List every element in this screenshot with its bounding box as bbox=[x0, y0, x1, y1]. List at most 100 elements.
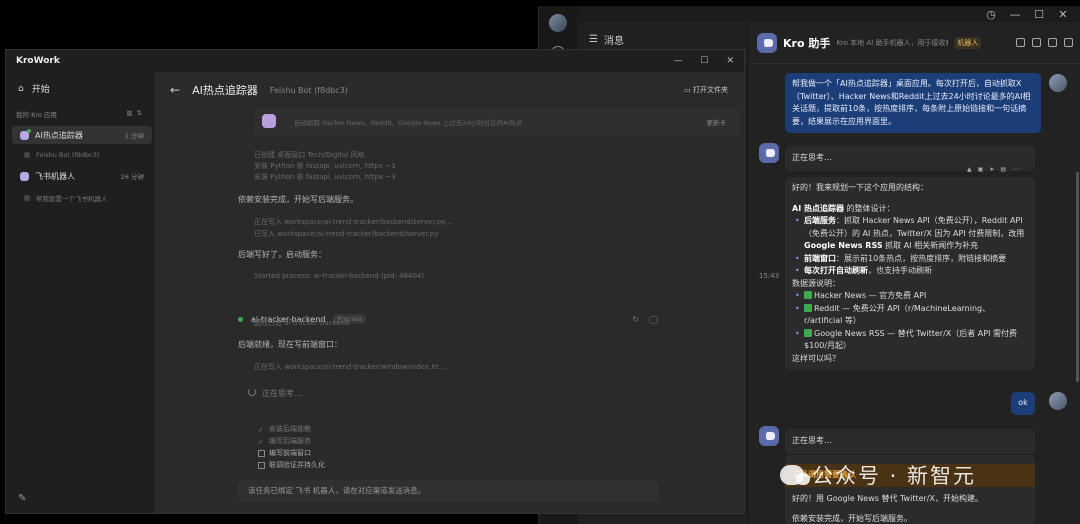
plan-intro: 好的！我来规划一下这个应用的结构： bbox=[792, 183, 928, 192]
avatar[interactable] bbox=[549, 14, 567, 32]
reply-text: 依赖安装完成，开始写后端服务。 bbox=[792, 514, 912, 523]
link-icon[interactable] bbox=[1032, 38, 1041, 47]
bot-avatar-icon bbox=[759, 143, 779, 163]
sidebar-item-feishu-bot[interactable]: 飞书机器人 26 分钟 bbox=[12, 167, 152, 185]
watermark: 公众号 · 新智元 bbox=[780, 460, 976, 490]
log-line: 曲线日志 ai-tracker-backend bbox=[254, 319, 350, 327]
message-panel-title: 消息 bbox=[603, 36, 624, 47]
stop-icon[interactable]: ◯ bbox=[649, 315, 658, 324]
scrollbar[interactable] bbox=[1076, 172, 1079, 382]
settings-icon[interactable] bbox=[1064, 38, 1073, 47]
app-time: 1 分钟 bbox=[124, 132, 144, 140]
checkmark-icon: ✓ bbox=[258, 425, 264, 434]
message-toolbar: ▲ ▣ ➤ ▤ ⋯ bbox=[967, 166, 1018, 173]
source-item: Google News RSS — 替代 Twitter/X（后者 API 需付… bbox=[792, 328, 1028, 353]
watermark-text: 公众号 · 新智元 bbox=[812, 464, 977, 488]
status-line: 后端写好了，启动服务： bbox=[238, 250, 326, 259]
source-item: Reddit — 免费公开 API（r/MachineLearning、r/ar… bbox=[792, 303, 1028, 328]
message-panel-header: ☰ 消息 bbox=[589, 32, 624, 47]
plan-bullet: 后端服务：抓取 Hacker News API（免费公开），Reddit API… bbox=[792, 215, 1028, 253]
bot-avatar-icon bbox=[759, 426, 779, 446]
home-icon: ⌂ bbox=[18, 83, 24, 94]
plan-bullet: 前端窗口：展示前10条热点，按热度排序，附链接和摘要 bbox=[792, 253, 1028, 266]
app-card-text: 自动抓取 Hacker News、Reddit、Google News 上过去2… bbox=[294, 119, 523, 127]
message-input[interactable]: 该任务已绑定 飞书 机器人，请在对应渠道发送消息。 bbox=[238, 480, 658, 502]
open-folder-button[interactable]: ▭ 打开文件夹 bbox=[684, 85, 728, 95]
close-button[interactable]: ✕ bbox=[726, 56, 734, 66]
app-sub-item[interactable]: Feishu Bot (f8dbc3) bbox=[24, 151, 99, 159]
checkbox-icon bbox=[804, 328, 812, 337]
list-icon: ☰ bbox=[589, 34, 598, 45]
main-panel: ← AI热点追踪器 Feishu Bot (f8dbc3) ▭ 打开文件夹 自动… bbox=[154, 72, 744, 513]
app-name: AI热点追踪器 bbox=[35, 130, 83, 140]
chat-area: Kro 助手 Kro 本地 AI 助手机器人，用于接收和处… 机器人 帮我做一个… bbox=[749, 22, 1080, 524]
log-line: Started process: ai-tracker-backend (pid… bbox=[254, 272, 425, 280]
bot-thinking: 正在思考… bbox=[785, 429, 1035, 454]
status-line: 依赖安装完成，开始写后端服务。 bbox=[238, 195, 358, 204]
history-icon[interactable]: ◷ bbox=[984, 8, 998, 22]
app-sub-item[interactable]: 帮我配置一个飞书机器人 bbox=[24, 193, 108, 203]
user-message: ok bbox=[1011, 392, 1035, 415]
checkmark-icon: ✓ bbox=[258, 437, 264, 446]
log-line: 已写入 workspace/ai-trend-tracker/backend/s… bbox=[254, 230, 439, 238]
sidebar-section: 我的 Kro 应用 ▥⇅ bbox=[16, 109, 146, 119]
more-icon[interactable]: ⋯ bbox=[1012, 166, 1018, 173]
spinner-icon bbox=[248, 388, 256, 396]
back-arrow-icon[interactable]: ← bbox=[170, 83, 180, 97]
maximize-button[interactable]: ☐ bbox=[700, 56, 708, 66]
thumbs-up-icon[interactable]: ▲ bbox=[967, 166, 972, 173]
log-line: 安装 Python 依 fastapi, uvicorn, httpx ~3 bbox=[254, 162, 396, 170]
plan-bullet: 每次打开自动刷新，也支持手动刷新 bbox=[792, 265, 1028, 278]
app-icon bbox=[262, 114, 276, 128]
krowork-titlebar: KroWork — ☐ ✕ bbox=[6, 50, 744, 72]
check-icon[interactable] bbox=[1048, 38, 1057, 47]
todo-item[interactable]: ✓ 安装后端依赖 bbox=[258, 424, 311, 434]
todo-item[interactable]: ✓ 编写后端服务 bbox=[258, 436, 311, 446]
user-message: 帮我做一个「AI热点追踪器」桌面应用。每次打开后，自动抓取X（Twitter）、… bbox=[785, 73, 1041, 133]
user-avatar bbox=[1049, 74, 1067, 92]
plan-title: AI 热点追踪器 的整体设计： bbox=[792, 203, 895, 213]
chat-header: Kro 助手 Kro 本地 AI 助手机器人，用于接收和处… 机器人 bbox=[749, 22, 1080, 64]
log-line: 正在写入 workspace/ai-trend-tracker/backend/… bbox=[254, 218, 453, 226]
todo-item[interactable]: 联调验证并持久化 bbox=[258, 460, 325, 470]
timestamp: 15:43 bbox=[759, 272, 780, 280]
checkbox-icon bbox=[804, 303, 812, 312]
maximize-button[interactable]: ☐ bbox=[1032, 8, 1046, 22]
bot-name: Kro 助手 bbox=[783, 36, 831, 50]
minimize-button[interactable]: — bbox=[673, 56, 682, 66]
update-card-button[interactable]: 更新卡 bbox=[707, 117, 727, 127]
app-brand: KroWork bbox=[16, 56, 60, 66]
section-label: 我的 Kro 应用 bbox=[16, 111, 57, 119]
app-time: 26 分钟 bbox=[120, 173, 144, 181]
main-header: ← AI热点追踪器 Feishu Bot (f8dbc3) ▭ 打开文件夹 bbox=[154, 72, 744, 108]
app-card: 自动抓取 Hacker News、Reddit、Google News 上过去2… bbox=[254, 108, 740, 136]
close-button[interactable]: ✕ bbox=[1056, 8, 1070, 22]
sidebar-item-start[interactable]: ⌂ 开始 bbox=[18, 82, 50, 96]
person-icon[interactable] bbox=[1016, 38, 1025, 47]
checkbox-icon bbox=[804, 291, 812, 299]
comment-icon[interactable]: ▣ bbox=[978, 166, 984, 173]
sources-title: 数据源说明： bbox=[792, 278, 840, 288]
sidebar: ⌂ 开始 我的 Kro 应用 ▥⇅ AI热点追踪器 1 分钟 Feishu Bo… bbox=[6, 72, 154, 513]
folder-icon: ▭ bbox=[684, 86, 693, 94]
todo-item[interactable]: 编写前端窗口 bbox=[258, 448, 311, 458]
share-icon[interactable]: ➤ bbox=[989, 166, 994, 173]
page-title: AI热点追踪器 bbox=[192, 84, 258, 97]
sidebar-item-ai-tracker[interactable]: AI热点追踪器 1 分钟 bbox=[12, 126, 152, 144]
minimize-button[interactable]: — bbox=[1008, 8, 1022, 22]
section-actions[interactable]: ▥⇅ bbox=[126, 109, 146, 119]
checkbox-icon bbox=[258, 449, 265, 457]
bot-description: Kro 本地 AI 助手机器人，用于接收和处… bbox=[836, 38, 948, 47]
app-icon bbox=[20, 128, 31, 140]
brush-icon[interactable]: ✎ bbox=[18, 493, 28, 504]
log-line: 正在写入 workspace/ai-trend-tracker/window/i… bbox=[254, 363, 446, 371]
ask-text: 这样可以吗？ bbox=[792, 353, 840, 363]
source-item: Hacker News — 官方免费 API bbox=[792, 290, 1028, 303]
refresh-icon[interactable]: ↻ bbox=[632, 315, 639, 324]
krowork-window: KroWork — ☐ ✕ ⌂ 开始 我的 Kro 应用 ▥⇅ AI热点追踪器 … bbox=[6, 50, 744, 513]
app-name: 飞书机器人 bbox=[35, 171, 75, 181]
copy-icon[interactable]: ▤ bbox=[1000, 166, 1006, 173]
wechat-logo-icon bbox=[780, 465, 810, 485]
app-icon bbox=[20, 171, 29, 181]
bot-plan-message: 好的！我来规划一下这个应用的结构： AI 热点追踪器 的整体设计： 后端服务：抓… bbox=[785, 177, 1035, 370]
